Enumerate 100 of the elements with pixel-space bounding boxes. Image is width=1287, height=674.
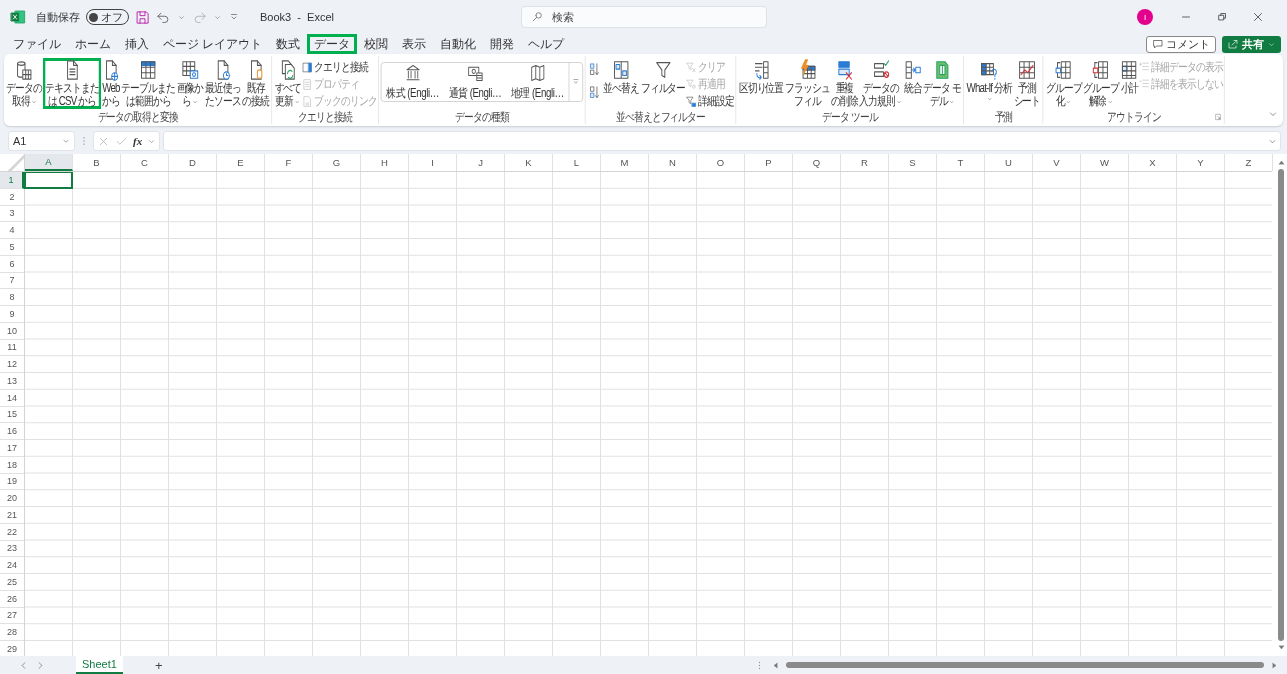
row-header[interactable]: 15 (0, 406, 24, 424)
column-header[interactable]: H (361, 154, 409, 171)
column-header[interactable]: F (265, 154, 313, 171)
column-header[interactable]: O (697, 154, 745, 171)
column-header[interactable]: C (121, 154, 169, 171)
ribbon-tab[interactable]: 自動化 (433, 34, 484, 54)
ribbon-button[interactable]: 並べ替え (602, 58, 640, 96)
ribbon-tab[interactable]: ホーム (68, 34, 118, 54)
ribbon-button[interactable]: 区切り位置 (737, 58, 785, 96)
column-header[interactable]: Y (1177, 154, 1225, 171)
ribbon-button[interactable]: 既存 の接続 (241, 58, 270, 109)
row-header[interactable]: 1 (0, 172, 24, 189)
ribbon-button[interactable]: フラッシュ フィル (784, 58, 831, 109)
cell-grid[interactable] (25, 172, 1272, 656)
row-header[interactable]: 18 (0, 456, 24, 474)
row-header[interactable]: 14 (0, 389, 24, 407)
formula-input[interactable] (163, 131, 1281, 151)
row-header[interactable]: 22 (0, 523, 24, 541)
row-header[interactable]: 16 (0, 423, 24, 440)
comment-button[interactable]: コメント (1146, 35, 1216, 53)
close-icon[interactable] (1251, 10, 1265, 24)
row-header[interactable]: 23 (0, 540, 24, 558)
column-header[interactable]: E (217, 154, 265, 171)
row-header[interactable]: 9 (0, 306, 24, 323)
column-header[interactable]: I (409, 154, 457, 171)
ribbon-button[interactable]: 最近使っ たソース (204, 58, 242, 109)
column-header[interactable]: W (1081, 154, 1129, 171)
column-header[interactable]: A (25, 154, 73, 171)
row-header[interactable]: 2 (0, 188, 24, 206)
ribbon-button[interactable]: 予測 シート (1012, 58, 1042, 109)
ribbon-button[interactable]: グループ 解除 (1082, 58, 1120, 109)
ribbon-button[interactable]: フィルター (639, 58, 687, 96)
column-header[interactable]: N (649, 154, 697, 171)
restore-icon[interactable] (1215, 10, 1229, 24)
row-header[interactable]: 27 (0, 607, 24, 625)
sort-ascending-icon[interactable] (588, 62, 601, 77)
column-header[interactable]: T (937, 154, 985, 171)
row-header[interactable]: 25 (0, 574, 24, 591)
ribbon-button[interactable]: テキストまた は CSV から (42, 58, 102, 109)
ribbon-button[interactable]: 小計 (1119, 58, 1140, 96)
ribbon-button[interactable]: 重複 の削除 (830, 58, 859, 109)
column-header[interactable]: L (553, 154, 601, 171)
data-type-button[interactable]: 株式 (Engli… (381, 63, 444, 101)
row-header[interactable]: 4 (0, 222, 24, 239)
insert-function-button[interactable]: fx (133, 135, 143, 147)
ribbon-button[interactable]: グループ 化 (1045, 58, 1083, 109)
sheet-tab[interactable]: Sheet1 (76, 656, 123, 674)
add-sheet-button[interactable]: + (154, 657, 163, 673)
data-type-button[interactable]: 地理 (Engli… (506, 63, 569, 101)
ribbon-button[interactable]: テーブルまた は範囲から (120, 58, 176, 109)
column-header[interactable]: D (169, 154, 217, 171)
search-field[interactable]: 検索 (520, 6, 767, 28)
horizontal-scrollbar[interactable] (786, 662, 1264, 668)
row-header[interactable]: 11 (0, 339, 24, 357)
column-header[interactable]: K (505, 154, 553, 171)
ribbon-button[interactable]: データの 取得 (5, 58, 43, 109)
dialog-launcher-icon[interactable] (1215, 113, 1222, 121)
column-header[interactable]: P (745, 154, 793, 171)
row-header[interactable]: 7 (0, 272, 24, 290)
save-icon[interactable] (135, 9, 150, 25)
scroll-right-icon[interactable] (1270, 660, 1279, 670)
column-header[interactable]: S (889, 154, 937, 171)
row-header[interactable]: 12 (0, 356, 24, 373)
column-header[interactable]: U (985, 154, 1033, 171)
ribbon-tab[interactable]: 表示 (395, 34, 434, 54)
data-type-button[interactable]: 通貨 (Engli… (443, 63, 507, 101)
row-header[interactable]: 20 (0, 490, 24, 507)
column-header[interactable]: R (841, 154, 889, 171)
column-header[interactable]: Q (793, 154, 841, 171)
column-header[interactable]: M (601, 154, 649, 171)
row-header[interactable]: 13 (0, 373, 24, 390)
ribbon-tab[interactable]: ヘルプ (521, 34, 572, 54)
row-header[interactable]: 26 (0, 590, 24, 608)
ribbon-button[interactable]: データ モ デル (922, 58, 962, 109)
scroll-left-icon[interactable] (771, 660, 780, 670)
ribbon-tab[interactable]: データ (307, 34, 358, 54)
more-icon[interactable] (571, 77, 580, 87)
ribbon-small-button[interactable]: クエリと接続 (302, 60, 377, 75)
row-header[interactable]: 5 (0, 239, 24, 256)
ribbon-button[interactable]: What-If 分析 (965, 58, 1013, 104)
ribbon-button[interactable]: Web から (101, 58, 121, 109)
row-header[interactable]: 6 (0, 255, 24, 273)
ribbon-tab[interactable]: 挿入 (118, 34, 156, 54)
row-header[interactable]: 28 (0, 624, 24, 641)
row-header[interactable]: 3 (0, 205, 24, 223)
ribbon-tab[interactable]: 開発 (483, 34, 522, 54)
ribbon-tab[interactable]: 校閲 (357, 34, 396, 54)
column-header[interactable]: J (457, 154, 505, 171)
selected-cell[interactable] (24, 172, 73, 189)
ribbon-button[interactable]: データの 入力規則 (858, 58, 904, 109)
scroll-down-icon[interactable] (1276, 643, 1286, 652)
ribbon-button[interactable]: 画像か ら (175, 58, 205, 109)
row-header[interactable]: 19 (0, 473, 24, 491)
column-header[interactable]: V (1033, 154, 1081, 171)
ribbon-tab[interactable]: ファイル (6, 34, 68, 54)
column-header[interactable]: Z (1225, 154, 1273, 171)
scroll-up-icon[interactable] (1276, 158, 1286, 167)
ribbon-button[interactable]: すべて 更新 (273, 58, 303, 109)
account-avatar[interactable]: I (1137, 9, 1153, 25)
share-button[interactable]: 共有 (1222, 35, 1281, 53)
